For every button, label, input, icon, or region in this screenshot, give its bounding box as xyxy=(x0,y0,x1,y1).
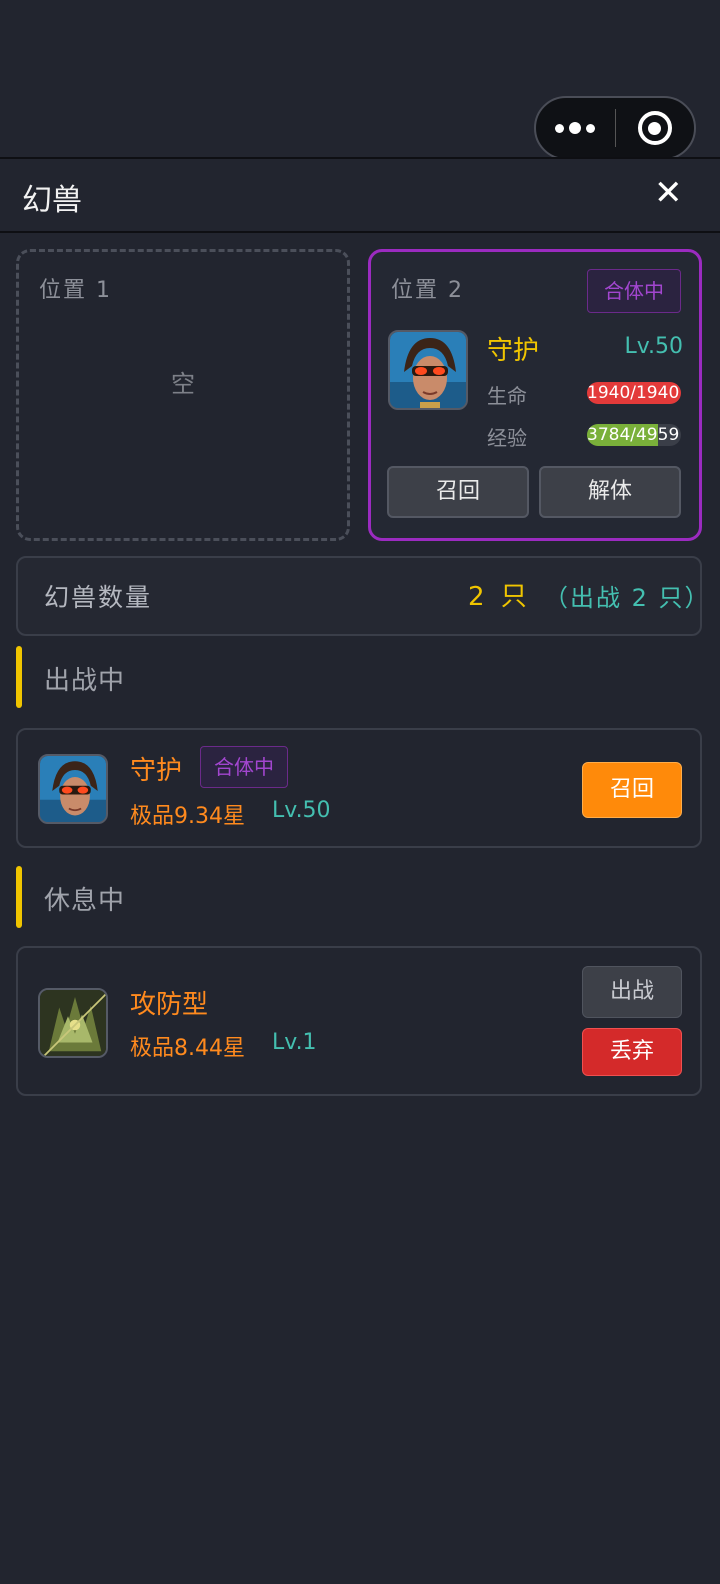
rest-pet-level: Lv.1 xyxy=(272,1030,317,1055)
slot-2-label: 位置 2 xyxy=(391,278,464,303)
slot-2-card: 位置 2 合体中 守护 Lv.50 生命 1940/1940 经验 3784/4… xyxy=(368,249,702,541)
page-header: 幻兽 ✕ xyxy=(0,157,720,233)
miniprogram-capsule xyxy=(534,96,696,160)
section-rest-title: 休息中 xyxy=(44,886,126,916)
rest-pet-name: 攻防型 xyxy=(130,990,209,1020)
close-icon[interactable]: ✕ xyxy=(654,173,683,213)
hp-bar: 1940/1940 xyxy=(587,382,681,404)
more-dots-icon[interactable] xyxy=(536,122,615,134)
slot-recall-button[interactable]: 召回 xyxy=(387,466,529,518)
unfuse-button[interactable]: 解体 xyxy=(539,466,681,518)
battle-pet-grade: 极品9.34星 xyxy=(130,804,245,829)
rest-pet-drop-button[interactable]: 丢弃 xyxy=(582,1028,682,1076)
battle-pet-fuse-badge: 合体中 xyxy=(200,746,288,788)
section-accent-bar xyxy=(16,866,22,928)
exp-value: 3784/4959 xyxy=(587,425,680,445)
rest-pet-card: 攻防型 极品8.44星 Lv.1 出战 丢弃 xyxy=(16,946,702,1096)
slot-1-empty-text: 空 xyxy=(171,370,195,398)
exp-bar: 3784/4959 xyxy=(587,424,681,446)
pet-count-summary: 幻兽数量 2 只 （出战 2 只） xyxy=(16,556,711,636)
pet-avatar-guardian xyxy=(388,330,468,410)
pet-avatar-guardian xyxy=(38,754,108,824)
pet-count-label: 幻兽数量 xyxy=(44,583,153,612)
battle-count-value: （出战 2 只） xyxy=(544,584,711,612)
section-battle-title: 出战中 xyxy=(44,666,126,696)
battle-pet-card: 守护 合体中 极品9.34星 Lv.50 召回 xyxy=(16,728,702,848)
section-accent-bar xyxy=(16,646,22,708)
slot-2-pet-name: 守护 xyxy=(487,336,540,366)
battle-pet-level: Lv.50 xyxy=(272,798,331,823)
hp-value: 1940/1940 xyxy=(587,383,680,403)
rest-pet-fight-button[interactable]: 出战 xyxy=(582,966,682,1018)
pet-avatar-attack-defense xyxy=(38,988,108,1058)
slot-1-card[interactable]: 位置 1 空 xyxy=(16,249,350,541)
exp-label: 经验 xyxy=(487,426,527,450)
fuse-status-badge: 合体中 xyxy=(587,269,681,313)
hp-label: 生命 xyxy=(487,384,527,408)
battle-pet-name: 守护 xyxy=(130,756,183,786)
rest-pet-grade: 极品8.44星 xyxy=(130,1036,245,1061)
pet-count-value: 2 只 xyxy=(468,582,531,612)
target-icon[interactable] xyxy=(616,111,695,145)
battle-pet-recall-button[interactable]: 召回 xyxy=(582,762,682,818)
slot-2-pet-level: Lv.50 xyxy=(624,334,683,359)
slot-1-label: 位置 1 xyxy=(39,278,112,303)
page-title: 幻兽 xyxy=(22,183,82,218)
